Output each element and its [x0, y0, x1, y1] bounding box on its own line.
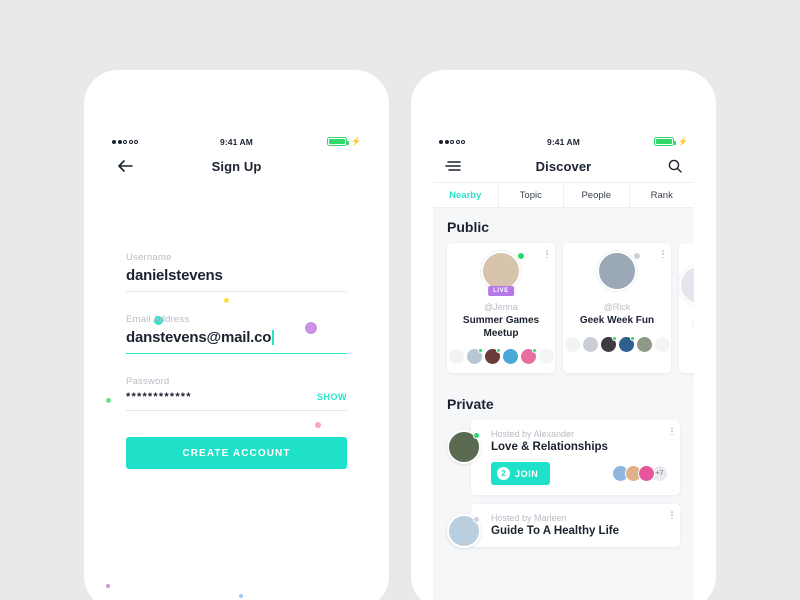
private-card-title: Love & Relationships — [491, 441, 608, 453]
member-avatar — [519, 348, 537, 365]
participant-avatars: +7 — [612, 465, 668, 482]
username-input[interactable]: danielstevens — [126, 267, 347, 284]
card-title: Summer Games Meetup — [462, 315, 540, 339]
email-field-group: Email Address danstevens@mail.co — [126, 314, 347, 354]
presence-indicator — [517, 252, 525, 260]
tab-rank[interactable]: Rank — [630, 183, 695, 207]
card-title: Geek Week Fun — [579, 315, 655, 326]
canvas: 9:41 AM ⚡ Sign Up Username danielstevens… — [0, 0, 800, 600]
card-menu-icon[interactable] — [671, 427, 673, 436]
private-card-title: Guide To A Healthy Life — [491, 525, 619, 537]
member-avatar — [653, 335, 671, 353]
private-list-item[interactable]: Hosted by Alexander Love & Relationships… — [433, 420, 694, 504]
email-underline — [126, 353, 347, 354]
discover-content: Public LIVE @Jenna Summer Games Meetup @… — [433, 208, 694, 600]
join-button[interactable]: 2 JOIN — [491, 462, 551, 485]
avatar — [597, 251, 637, 291]
member-avatars — [563, 335, 671, 361]
member-avatar — [599, 335, 617, 353]
arrow-left-icon — [118, 160, 133, 172]
status-bar-discover: 9:41 AM ⚡ — [433, 133, 694, 150]
member-avatar — [447, 348, 465, 365]
host-avatar[interactable] — [447, 514, 481, 548]
join-row: 2 JOIN +7 — [491, 462, 668, 485]
password-input[interactable]: ************ — [126, 391, 317, 403]
tab-topic[interactable]: Topic — [499, 183, 564, 207]
email-input[interactable]: danstevens@mail.co — [126, 329, 347, 346]
member-avatar — [537, 348, 555, 365]
password-label: Password — [126, 376, 170, 387]
member-avatar — [501, 348, 519, 365]
presence-indicator — [633, 252, 641, 260]
join-label: JOIN — [515, 468, 539, 479]
member-avatar — [581, 335, 599, 353]
hamburger-menu-icon — [445, 161, 461, 171]
username-label: Username — [126, 252, 172, 263]
member-avatar — [617, 335, 635, 353]
tab-people[interactable]: People — [564, 183, 630, 207]
page-title: Discover — [535, 158, 592, 174]
signup-form: Username danielstevens Email Address dan… — [106, 252, 367, 600]
decor-dot — [224, 298, 229, 303]
create-account-button[interactable]: CREATE ACCOUNT — [126, 437, 347, 469]
public-card-peek[interactable] — [679, 243, 694, 373]
page-title: Sign Up — [211, 158, 262, 174]
status-bar: 9:41 AM ⚡ — [106, 133, 367, 150]
username-underline — [126, 291, 347, 292]
discover-navbar: Discover — [433, 150, 694, 182]
member-avatar — [635, 335, 653, 353]
tab-nearby[interactable]: Nearby — [433, 183, 499, 207]
decor-dot — [106, 398, 111, 403]
text-caret — [272, 330, 274, 345]
discover-screen: 9:41 AM ⚡ Discover Nearby Topic People R… — [433, 133, 694, 600]
discover-tabs: Nearby Topic People Rank — [433, 182, 694, 208]
host-avatar[interactable] — [447, 430, 481, 464]
battery-icon — [327, 137, 350, 146]
host-handle: @Jenna — [484, 302, 518, 312]
password-underline — [126, 410, 347, 411]
decor-dot — [239, 594, 243, 598]
battery-icon — [654, 137, 677, 146]
member-avatar — [483, 348, 501, 365]
member-avatar — [465, 348, 483, 365]
decor-dot — [106, 584, 110, 588]
card-menu-icon[interactable] — [671, 511, 673, 520]
private-card[interactable]: Hosted by Marleen Guide To A Healthy Lif… — [471, 504, 680, 547]
phone-mockup-discover: 9:41 AM ⚡ Discover Nearby Topic People R… — [411, 70, 716, 600]
live-badge: LIVE — [488, 286, 514, 296]
back-button[interactable] — [118, 160, 133, 172]
signup-screen: 9:41 AM ⚡ Sign Up Username danielstevens… — [106, 133, 367, 600]
show-password-button[interactable]: SHOW — [317, 392, 347, 403]
decor-dot — [315, 422, 321, 428]
member-avatar — [638, 465, 655, 482]
member-avatars — [447, 348, 555, 373]
avatar — [481, 251, 521, 291]
search-button[interactable] — [668, 159, 682, 173]
email-label: Email Address — [126, 314, 190, 325]
username-field-group: Username danielstevens — [126, 252, 347, 292]
public-card[interactable]: LIVE @Jenna Summer Games Meetup — [447, 243, 555, 373]
private-card[interactable]: Hosted by Alexander Love & Relationships… — [471, 420, 680, 495]
host-avatar-wrap: LIVE — [447, 251, 555, 296]
signup-navbar: Sign Up — [106, 150, 367, 182]
join-count-badge: 2 — [497, 467, 510, 480]
member-avatar — [690, 316, 694, 333]
host-handle: @Rick — [603, 302, 631, 312]
password-field-group: Password ************ SHOW — [126, 376, 347, 411]
private-list-item[interactable]: Hosted by Marleen Guide To A Healthy Lif… — [433, 504, 694, 557]
host-avatar-wrap — [563, 251, 671, 291]
public-cards-carousel[interactable]: LIVE @Jenna Summer Games Meetup @Rick Ge… — [433, 243, 694, 385]
private-section-title: Private — [447, 396, 494, 412]
search-icon — [668, 159, 682, 173]
public-card[interactable]: @Rick Geek Week Fun — [563, 243, 671, 373]
private-list: Hosted by Alexander Love & Relationships… — [433, 420, 694, 557]
host-label: Hosted by Marleen — [491, 513, 567, 523]
menu-button[interactable] — [445, 160, 461, 172]
public-section-title: Public — [447, 219, 490, 235]
phone-mockup-signup: 9:41 AM ⚡ Sign Up Username danielstevens… — [84, 70, 389, 600]
host-label: Hosted by Alexander — [491, 429, 575, 439]
member-avatar — [563, 335, 581, 353]
